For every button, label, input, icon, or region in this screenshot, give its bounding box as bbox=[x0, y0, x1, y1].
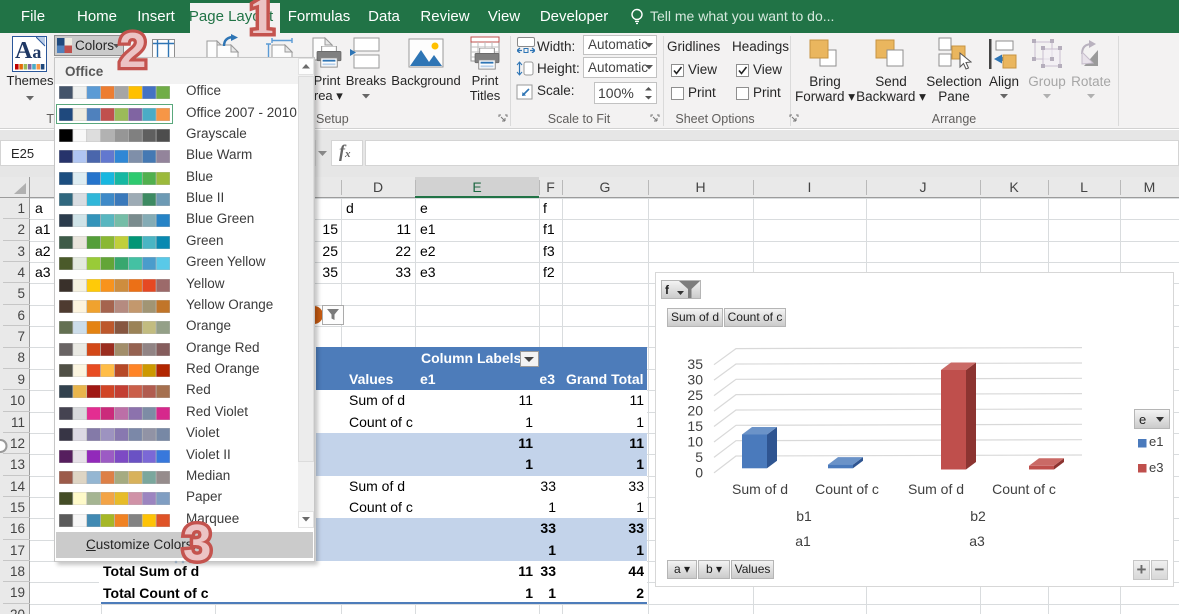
svg-text:1: 1 bbox=[249, 0, 275, 45]
svg-text:2: 2 bbox=[119, 24, 146, 78]
svg-text:3: 3 bbox=[183, 514, 211, 571]
